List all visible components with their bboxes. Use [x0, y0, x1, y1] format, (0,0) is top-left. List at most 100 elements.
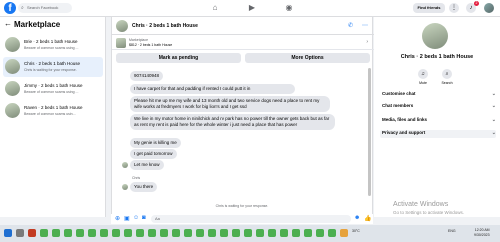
- find-friends-button[interactable]: Find friends: [413, 3, 445, 13]
- privacy-support-section[interactable]: Privacy and support ⌄: [380, 130, 496, 138]
- chrome-icon[interactable]: [124, 229, 132, 237]
- message-bubble: We live in my motor home in ninilchick a…: [130, 114, 335, 130]
- chrome-icon[interactable]: [280, 229, 288, 237]
- groups-icon[interactable]: ◉: [284, 3, 294, 13]
- add-icon[interactable]: ⊕: [115, 215, 120, 222]
- chat-item-raven[interactable]: Raven · 2 beds 1 bath House Beware of co…: [3, 101, 103, 121]
- message-bubble: I get paid tomorrow: [130, 149, 177, 159]
- message-bubble: Let me know: [130, 160, 164, 170]
- sticker-icon[interactable]: ☺: [133, 215, 139, 221]
- chrome-icon[interactable]: [304, 229, 312, 237]
- language-indicator[interactable]: ENG: [448, 229, 456, 233]
- profile-avatar[interactable]: [484, 3, 494, 13]
- gif-icon[interactable]: ◙: [142, 215, 146, 221]
- chat-thumbnail: [5, 81, 20, 96]
- emoji-icon[interactable]: ☻: [354, 215, 360, 221]
- section-label: Customise chat: [382, 91, 416, 96]
- listing-title: $812 · 2 beds 1 bath House: [129, 43, 173, 47]
- mute-label: Mute: [419, 81, 427, 85]
- message-bubble: You there: [130, 182, 158, 192]
- chrome-icon[interactable]: [100, 229, 108, 237]
- chat-info-panel: Chris · 2 beds 1 bath House ♫ Mute ⌕ Sea…: [374, 17, 500, 217]
- home-icon[interactable]: ⌂: [210, 3, 220, 13]
- top-bar: f ⌕ Search Facebook ⌂ ▶ ◉ Find friends ⋮…: [0, 0, 500, 17]
- chrome-icon[interactable]: [232, 229, 240, 237]
- search-input[interactable]: ⌕ Search Facebook: [18, 3, 72, 13]
- search-icon: ⌕: [21, 5, 24, 11]
- weather-temp[interactable]: 30°C: [352, 229, 360, 233]
- chrome-icon[interactable]: [172, 229, 180, 237]
- chrome-icon[interactable]: [40, 229, 48, 237]
- mark-pending-button[interactable]: Mark as pending: [116, 53, 241, 63]
- mute-bell-icon[interactable]: ♫: [418, 69, 428, 79]
- weather-icon[interactable]: [340, 229, 348, 237]
- start-icon[interactable]: [4, 229, 12, 237]
- chevron-down-icon: ⌄: [491, 117, 496, 123]
- search-icon[interactable]: [16, 229, 24, 237]
- chat-item-brie[interactable]: Brie · 2 beds 1 bath House Beware of com…: [3, 35, 103, 55]
- chrome-icon[interactable]: [268, 229, 276, 237]
- chrome-icon[interactable]: [64, 229, 72, 237]
- like-icon[interactable]: 👍: [364, 215, 371, 222]
- clock-date: 9/30/2023: [474, 233, 490, 237]
- facebook-logo[interactable]: f: [4, 2, 16, 14]
- conversation-thumbnail[interactable]: [116, 20, 128, 32]
- chrome-icon[interactable]: [244, 229, 252, 237]
- sender-avatar: [122, 184, 128, 190]
- chat-thumbnail: [5, 37, 20, 52]
- chat-members-section[interactable]: Chat members ⌄: [382, 103, 496, 111]
- chevron-right-icon: ›: [366, 39, 368, 45]
- chrome-icon[interactable]: [148, 229, 156, 237]
- chat-thumbnail: [5, 103, 20, 118]
- chat-name: Brie · 2 beds 1 bath House: [24, 39, 78, 44]
- section-label: Media, files and links: [382, 117, 428, 122]
- search-placeholder: Search Facebook: [27, 5, 59, 10]
- app-icon[interactable]: [28, 229, 36, 237]
- listing-summary[interactable]: Marketplace $812 · 2 beds 1 bath House ›: [112, 36, 374, 50]
- waiting-status: Chris is waiting for your response.: [215, 204, 269, 208]
- chrome-icon[interactable]: [256, 229, 264, 237]
- section-label: Privacy and support: [382, 130, 426, 135]
- image-icon[interactable]: ▣: [124, 215, 130, 222]
- chat-profile-picture: [422, 23, 448, 49]
- watch-icon[interactable]: ▶: [247, 3, 257, 13]
- conversation-header: Chris · 2 beds 1 bath House ✆ ⋯: [112, 17, 374, 35]
- more-icon[interactable]: ⋯: [362, 22, 368, 29]
- chrome-icon[interactable]: [88, 229, 96, 237]
- chat-preview: Beware of common scams using ...: [24, 90, 79, 94]
- message-input[interactable]: Aa: [151, 215, 351, 223]
- section-label: Chat members: [382, 103, 414, 108]
- chrome-icon[interactable]: [160, 229, 168, 237]
- chrome-icon[interactable]: [136, 229, 144, 237]
- chevron-down-icon: ⌄: [491, 91, 496, 97]
- media-files-links-section[interactable]: Media, files and links ⌄: [382, 117, 496, 125]
- chat-item-chris[interactable]: Chris · 2 beds 1 bath House Chris is wai…: [3, 57, 103, 77]
- conversation-title[interactable]: Chris · 2 beds 1 bath House: [132, 23, 198, 29]
- chat-item-jimmy[interactable]: Jimmy · 2 beds 1 bath House Beware of co…: [3, 79, 103, 99]
- call-icon[interactable]: ✆: [348, 22, 353, 29]
- chrome-icon[interactable]: [112, 229, 120, 237]
- taskbar-clock[interactable]: 12:20 AM 9/30/2023: [474, 228, 490, 238]
- search-icon[interactable]: ⌕: [442, 69, 452, 79]
- conversation-scrollbar[interactable]: [368, 68, 371, 196]
- sender-name: Chris: [132, 176, 141, 180]
- menu-icon[interactable]: ⋮: [449, 3, 459, 13]
- chrome-icon[interactable]: [328, 229, 336, 237]
- chrome-icon[interactable]: [184, 229, 192, 237]
- back-arrow-icon[interactable]: ←: [4, 19, 12, 28]
- sender-avatar: [122, 162, 128, 168]
- chat-name: Chris · 2 beds 1 bath House: [24, 61, 81, 66]
- chrome-icon[interactable]: [220, 229, 228, 237]
- customise-chat-section[interactable]: Customise chat ⌄: [382, 91, 496, 99]
- chrome-icon[interactable]: [208, 229, 216, 237]
- chrome-icon[interactable]: [292, 229, 300, 237]
- more-options-button[interactable]: More Options: [245, 53, 370, 63]
- chrome-icon[interactable]: [196, 229, 204, 237]
- listing-source: Marketplace: [129, 38, 149, 42]
- chrome-icon[interactable]: [76, 229, 84, 237]
- marketplace-title: Marketplace: [14, 20, 61, 29]
- chrome-icon[interactable]: [52, 229, 60, 237]
- search-label: Search: [441, 81, 453, 85]
- message-bubble: I have carpet for that and padding if re…: [130, 84, 295, 94]
- chrome-icon[interactable]: [316, 229, 324, 237]
